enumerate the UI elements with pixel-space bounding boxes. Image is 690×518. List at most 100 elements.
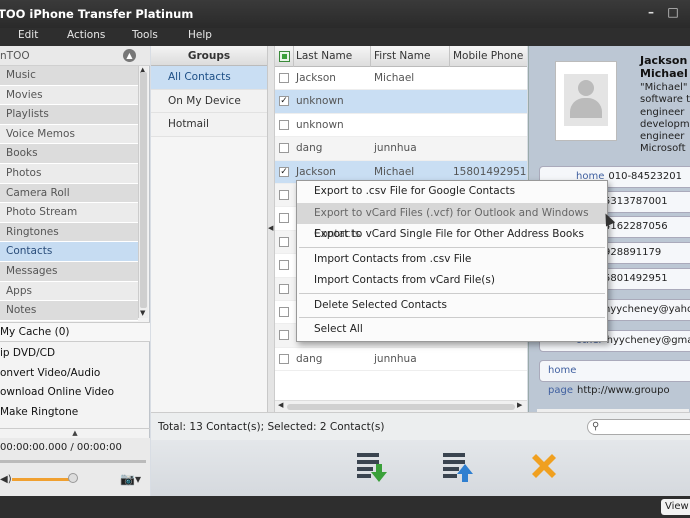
search-input[interactable]: ⚲ xyxy=(587,419,690,435)
scroll-right-icon[interactable]: ▶ xyxy=(517,401,522,409)
import-contacts-button[interactable] xyxy=(354,450,390,486)
sidebar-item-playlists[interactable]: Playlists xyxy=(0,105,138,125)
groups-list: All Contacts On My Device Hotmail xyxy=(151,66,267,137)
col-mobile-phone[interactable]: Mobile Phone xyxy=(453,50,523,62)
table-row[interactable]: Jackson Michael xyxy=(275,67,527,91)
sidebar-item-music[interactable]: Music xyxy=(0,66,138,86)
row-checkbox[interactable] xyxy=(279,330,289,341)
left-panel: nTOO ▲ Music Movies Playlists Voice Memos Bo… xyxy=(0,46,150,498)
export-icon xyxy=(443,453,473,482)
collapse-up-icon[interactable]: ▲ xyxy=(0,428,150,438)
group-item[interactable]: Hotmail xyxy=(151,113,267,137)
menu-edit[interactable]: Edit xyxy=(18,29,38,41)
group-item[interactable]: On My Device xyxy=(151,89,267,113)
field-value: hyycheney@yahoo. xyxy=(604,304,690,315)
context-menu-item[interactable]: Export to vCard Files (.vcf) for Outlook… xyxy=(297,202,607,240)
menu-actions[interactable]: Actions xyxy=(67,29,105,41)
row-checkbox[interactable] xyxy=(279,236,289,247)
volume-knob[interactable] xyxy=(68,473,78,483)
table-row[interactable]: unknown xyxy=(275,114,527,138)
menu-tools[interactable]: Tools xyxy=(132,29,158,41)
row-checkbox[interactable] xyxy=(279,306,289,317)
context-menu-item[interactable]: Export to vCard Single File for Other Ad… xyxy=(297,224,607,246)
select-all-checkbox[interactable] xyxy=(279,51,290,62)
device-row[interactable]: nTOO ▲ xyxy=(0,46,150,66)
sidebar-item-apps[interactable]: Apps xyxy=(0,281,138,302)
cell-first-name: junnhua xyxy=(374,352,417,365)
volume-icon[interactable]: ◀) xyxy=(0,474,12,485)
maximize-icon[interactable]: □ xyxy=(666,5,680,19)
col-last-name[interactable]: Last Name xyxy=(296,50,352,62)
row-checkbox[interactable] xyxy=(279,189,289,200)
sidebar-item-camera-roll[interactable]: Camera Roll xyxy=(0,183,138,204)
row-checkbox[interactable] xyxy=(279,143,289,154)
field-value: 010-84523201 xyxy=(608,171,682,182)
row-checkbox[interactable]: ✓ xyxy=(279,166,289,177)
row-checkbox[interactable] xyxy=(279,283,289,294)
player-time: 00:00:00.000 / 00:00:00 xyxy=(0,442,122,453)
cell-first-name: Michael xyxy=(374,165,415,178)
contact-note: "Michael" software te engineer - develop… xyxy=(640,82,690,155)
row-checkbox[interactable] xyxy=(279,119,289,130)
row-checkbox[interactable] xyxy=(279,213,289,224)
tool-item[interactable]: Make Ringtone xyxy=(0,403,150,423)
field-value: http://www.groupo xyxy=(576,385,670,396)
progress-bar[interactable] xyxy=(0,460,146,463)
table-row[interactable]: ✓ unknown xyxy=(275,90,527,114)
sidebar-item-movies[interactable]: Movies xyxy=(0,85,138,106)
volume-slider[interactable] xyxy=(12,478,76,481)
scroll-thumb[interactable] xyxy=(140,72,147,308)
panel-collapse-handle[interactable]: ◀ xyxy=(268,46,275,412)
row-checkbox[interactable] xyxy=(279,73,289,83)
hscroll-thumb[interactable] xyxy=(287,404,515,410)
context-menu-item[interactable]: Import Contacts from vCard File(s) xyxy=(297,270,607,292)
table-hscrollbar[interactable]: ◀ ▶ xyxy=(275,400,527,412)
context-menu-item[interactable]: Delete Selected Contacts xyxy=(297,295,607,317)
group-item[interactable]: All Contacts xyxy=(151,66,267,90)
context-menu-item[interactable]: Import Contacts from .csv File xyxy=(297,249,607,271)
my-cache[interactable]: My Cache (0) xyxy=(0,322,150,342)
row-checkbox[interactable] xyxy=(279,353,289,364)
scroll-down-icon[interactable]: ▼ xyxy=(140,309,145,317)
view-button[interactable]: View xyxy=(661,499,690,515)
sidebar-item-messages[interactable]: Messages xyxy=(0,261,138,282)
scroll-left-icon[interactable]: ◀ xyxy=(278,401,283,409)
sidebar-item-voice-memos[interactable]: Voice Memos xyxy=(0,124,138,145)
field-value: 928891179 xyxy=(604,247,662,258)
export-contacts-button[interactable] xyxy=(440,450,476,486)
context-menu-item[interactable]: Select All xyxy=(297,319,607,341)
cell-first-name: junnhua xyxy=(374,142,417,155)
nav-scrollbar[interactable]: ▲ ▼ xyxy=(138,66,148,318)
cell-last-name: dang xyxy=(296,352,323,365)
camera-icon[interactable]: 📷▾ xyxy=(120,472,141,486)
tools-list: ip DVD/CD onvert Video/Audio ownload Onlin… xyxy=(0,344,150,422)
row-checkbox[interactable]: ✓ xyxy=(279,96,289,107)
detail-field[interactable]: home page http://www.groupo xyxy=(539,360,690,396)
tool-item[interactable]: ownload Online Video xyxy=(0,383,150,403)
sidebar-item-notes[interactable]: Notes xyxy=(0,301,138,321)
sidebar-item-contacts[interactable]: Contacts xyxy=(0,242,138,262)
cell-first-name: Michael xyxy=(374,72,415,84)
tool-item[interactable]: ip DVD/CD xyxy=(0,344,150,364)
sidebar-item-photos[interactable]: Photos xyxy=(0,163,138,184)
sidebar-item-books[interactable]: Books xyxy=(0,144,138,164)
col-first-name[interactable]: First Name xyxy=(374,50,430,62)
import-icon xyxy=(357,453,387,482)
table-row[interactable]: dang junnhua xyxy=(275,348,527,372)
menu-bar: Edit Actions Tools Help xyxy=(0,28,690,46)
field-label: home page xyxy=(548,365,577,396)
context-menu-item[interactable]: Export to .csv File for Google Contacts xyxy=(297,181,607,203)
row-checkbox[interactable] xyxy=(279,260,289,271)
contact-photo[interactable] xyxy=(555,61,617,141)
delete-contacts-button[interactable] xyxy=(526,450,562,486)
eject-icon[interactable]: ▲ xyxy=(123,49,136,62)
menu-help[interactable]: Help xyxy=(188,29,212,41)
action-bar xyxy=(151,440,690,496)
sidebar-item-ringtones[interactable]: Ringtones xyxy=(0,222,138,243)
minimize-icon[interactable]: – xyxy=(644,5,658,19)
menu-separator xyxy=(299,292,605,294)
table-row[interactable]: dang junnhua xyxy=(275,137,527,161)
sidebar-item-photo-stream[interactable]: Photo Stream xyxy=(0,203,138,223)
tool-item[interactable]: onvert Video/Audio xyxy=(0,364,150,384)
search-icon: ⚲ xyxy=(592,421,600,432)
